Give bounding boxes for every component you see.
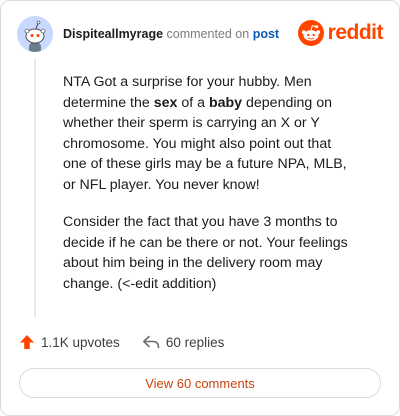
- post-link[interactable]: post: [253, 27, 279, 41]
- upvote-count: 1.1K upvotes: [41, 334, 120, 350]
- upvote-button[interactable]: 1.1K upvotes: [19, 334, 120, 350]
- bold-word: sex: [153, 94, 178, 111]
- view-comments-button[interactable]: View 60 comments: [19, 368, 381, 398]
- commented-label: commented on: [166, 27, 250, 41]
- replies-button[interactable]: 60 replies: [142, 334, 225, 350]
- user-avatar[interactable]: [17, 16, 53, 52]
- comment-body: NTA Got a surprise for your hubby. Men d…: [63, 72, 353, 311]
- snoo-avatar-icon: [17, 16, 53, 52]
- reddit-wordmark: reddit: [327, 21, 384, 44]
- reddit-logo-icon: [297, 20, 324, 46]
- reply-count: 60 replies: [165, 334, 225, 350]
- username-link[interactable]: Dispiteallmyrage: [63, 27, 163, 41]
- thread-line: [34, 59, 36, 317]
- reply-arrow-icon: [142, 335, 160, 349]
- upvote-arrow-icon: [20, 335, 34, 349]
- comment-footer: 1.1K upvotes 60 replies: [19, 334, 224, 350]
- comment-card: Dispiteallmyrage commented on post reddi…: [0, 0, 400, 416]
- bold-word: baby: [208, 94, 243, 111]
- comment-paragraph: NTA Got a surprise for your hubby. Men d…: [63, 74, 347, 193]
- reddit-brand[interactable]: reddit: [297, 20, 384, 46]
- comment-paragraph: Consider the fact that you have 3 months…: [63, 214, 348, 292]
- comment-header: Dispiteallmyrage commented on post: [63, 27, 279, 41]
